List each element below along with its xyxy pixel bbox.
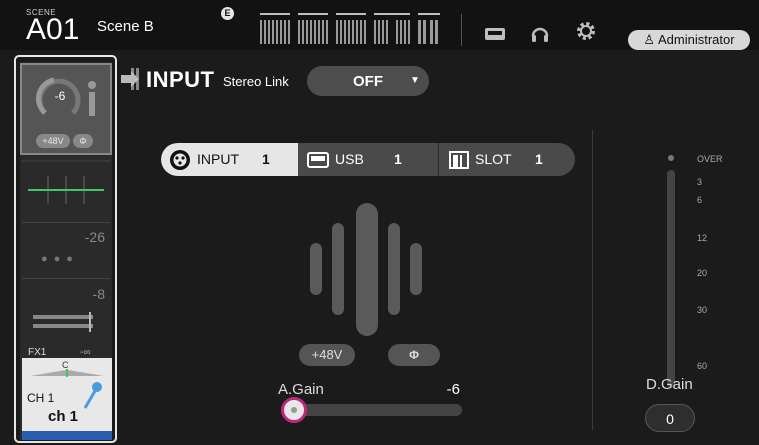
meter-scale-3: 3 [697,177,703,187]
meter-divider [592,130,593,430]
edit-badge: E [221,7,234,20]
strip-fx-value: -∞ [80,347,91,358]
phantom-power-button[interactable]: +48V [299,344,355,366]
recorder-icon[interactable] [484,26,506,42]
scene-number[interactable]: A01 [26,14,79,46]
input-arrow-icon [121,68,139,90]
microphone-icon [83,382,102,409]
strip-dynamics-dots: ●●● [41,253,79,265]
slot-icon [449,151,469,169]
strip-divider [22,278,110,279]
digital-gain-value-button[interactable]: 0 [645,404,695,432]
phase-button[interactable]: Φ [388,344,440,366]
top-divider [461,14,462,46]
tab-slot-label: SLOT [475,151,512,167]
page-title: INPUT [146,67,215,92]
meter-scale-30: 30 [697,305,708,315]
user-icon: ♙ [643,32,658,47]
master-meters[interactable] [258,12,448,46]
user-label: Administrator [657,32,735,47]
strip-phase-indicator: Φ [73,134,93,148]
analog-gain-value: -6 [446,381,460,398]
tab-slot-number: 1 [535,151,543,167]
input-waveform-graphic [310,203,422,336]
strip-comp-meter [33,312,93,332]
meter-scale-12: 12 [697,233,708,243]
meter-scale-20: 20 [697,268,708,278]
tab-usb[interactable]: USB 1 [299,143,437,176]
strip-eq-graph[interactable] [22,160,110,220]
tab-slot[interactable]: SLOT 1 [438,143,575,176]
strip-comp-value[interactable]: -8 [60,286,105,302]
meter-scale-6: 6 [697,195,703,205]
analog-gain-slider-handle[interactable] [281,397,307,423]
strip-threshold-value[interactable]: -26 [60,229,105,245]
pan-label: C [62,360,69,370]
stereo-link-label: Stereo Link [223,74,289,89]
meter-scale-60: 60 [697,361,708,371]
tab-usb-label: USB [335,151,364,167]
slider-handle-dot [291,407,297,413]
headphones-icon[interactable] [530,24,550,44]
analog-gain-label: A.Gain [278,381,324,398]
dropdown-caret-icon: ▼ [410,75,420,86]
analog-gain-slider[interactable] [300,404,462,416]
tab-input[interactable]: INPUT 1 [161,143,298,176]
scene-name[interactable]: Scene B [97,18,154,35]
user-button[interactable]: ♙ Administrator [628,30,750,50]
xlr-input-icon [170,150,190,170]
channel-name: ch 1 [48,408,79,425]
strip-divider [22,222,110,223]
strip-gain-value: -6 [54,89,66,103]
tab-input-label: INPUT [197,151,239,167]
channel-color-bar [22,431,112,440]
usb-icon [307,152,329,168]
strip-phantom-indicator: +48V [36,134,70,148]
input-level-meter [667,170,675,388]
tab-input-number: 1 [262,151,270,167]
over-indicator [668,155,674,161]
mic-level-icon [88,81,96,116]
strip-fx-label: FX1 [28,347,47,358]
stereo-link-value: OFF [353,73,383,90]
digital-gain-label: D.Gain [646,376,693,393]
tab-usb-number: 1 [394,151,402,167]
meter-scale-over: OVER [697,154,723,164]
input-source-tabs: INPUT 1 USB 1 SLOT 1 [161,143,575,176]
gear-icon[interactable] [575,20,597,42]
channel-label: CH 1 [27,391,55,405]
